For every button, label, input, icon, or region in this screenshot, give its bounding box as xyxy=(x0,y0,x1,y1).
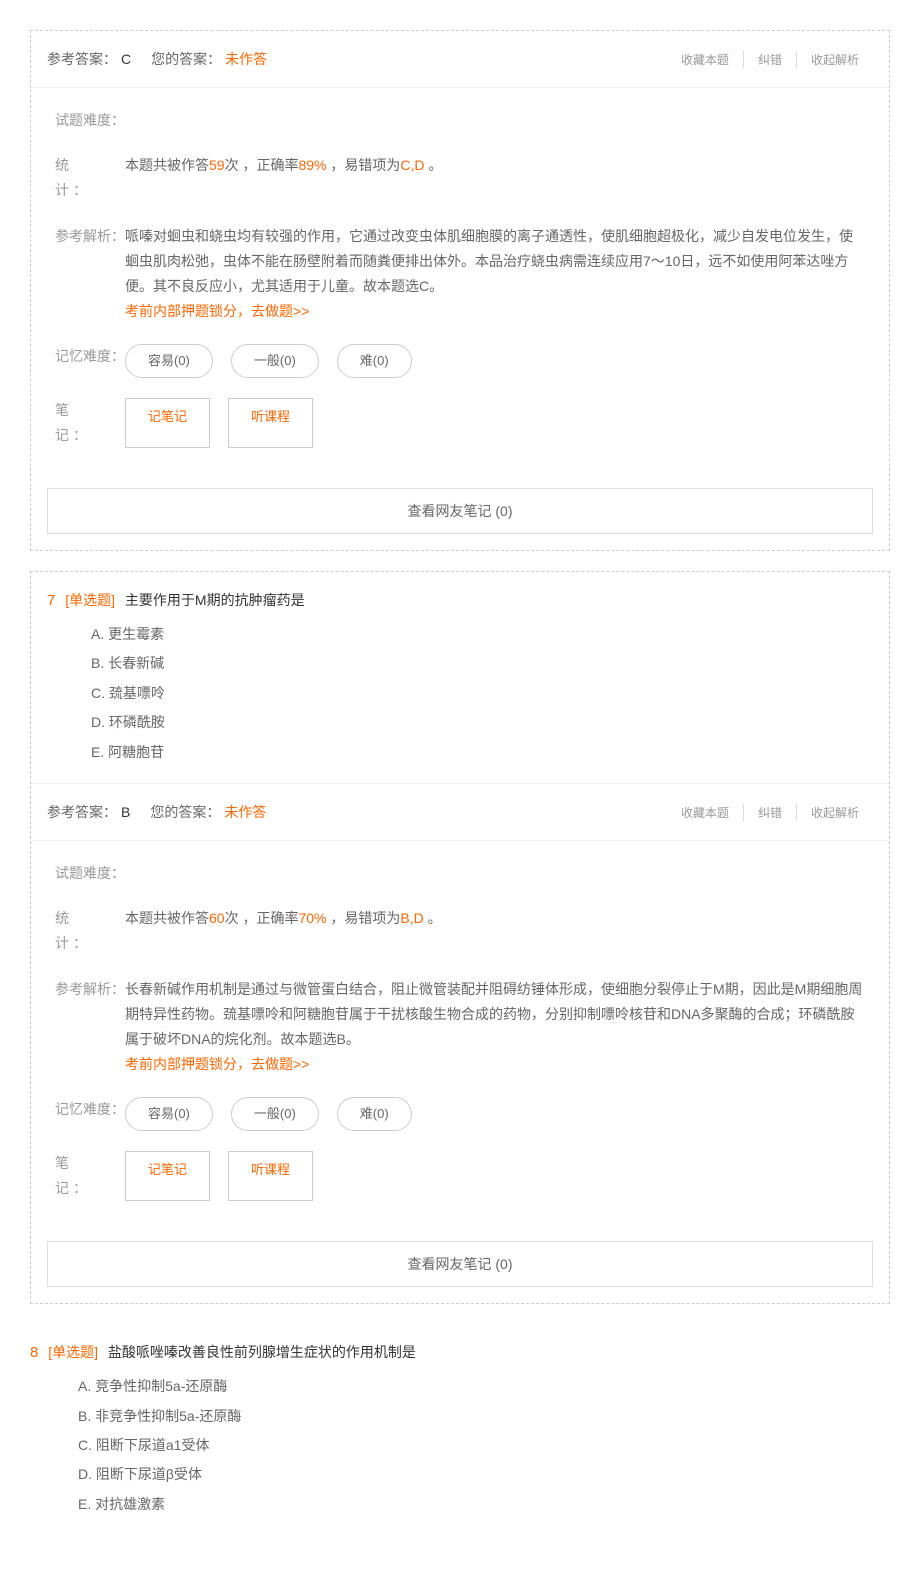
option-a[interactable]: A. 更生霉素 xyxy=(91,620,829,649)
take-note-button[interactable]: 记笔记 xyxy=(125,1151,210,1201)
your-answer-value: 未作答 xyxy=(225,49,267,69)
your-answer-label: 您的答案： xyxy=(150,802,220,822)
analysis-label: 参考解析： xyxy=(55,224,125,325)
correct-answer: B xyxy=(121,804,130,820)
memory-hard-button[interactable]: 难(0) xyxy=(337,344,412,377)
question-block-6: 参考答案： C 您的答案： 未作答 收藏本题 纠错 收起解析 试题难度： 统 计… xyxy=(30,30,890,551)
collapse-analysis-button[interactable]: 收起解析 xyxy=(796,804,873,821)
stats-label: 统 计： xyxy=(55,153,125,203)
option-d[interactable]: D. 环磷酰胺 xyxy=(91,708,829,737)
analysis-details: 试题难度： 统 计： 本题共被作答59次 ，正确率89% ，易错项为C,D 。 … xyxy=(31,88,889,478)
analysis-label: 参考解析： xyxy=(55,977,125,1078)
option-c[interactable]: C. 阻断下尿道a1受体 xyxy=(78,1431,830,1460)
question-type: [单选题] xyxy=(65,592,115,608)
analysis-content: 哌嗪对蛔虫和蛲虫均有较强的作用，它通过改变虫体肌细胞膜的离子通透性，使肌细胞超极… xyxy=(125,224,865,325)
memory-label: 记忆难度： xyxy=(55,344,125,377)
answer-bar: 参考答案： B 您的答案： 未作答 收藏本题 纠错 收起解析 xyxy=(31,783,889,841)
correct-answer: C xyxy=(121,51,131,67)
notes-label: 笔 记： xyxy=(55,1151,125,1201)
option-e[interactable]: E. 对抗雄激素 xyxy=(78,1490,830,1519)
pre-exam-link[interactable]: 考前内部押题锁分，去做题>> xyxy=(125,303,309,319)
favorite-button[interactable]: 收藏本题 xyxy=(667,804,743,821)
option-b[interactable]: B. 非竞争性抑制5a-还原酶 xyxy=(78,1402,830,1431)
favorite-button[interactable]: 收藏本题 xyxy=(667,51,743,68)
answer-bar: 参考答案： C 您的答案： 未作答 收藏本题 纠错 收起解析 xyxy=(31,31,889,88)
option-list: A. 竞争性抑制5a-还原酶 B. 非竞争性抑制5a-还原酶 C. 阻断下尿道a… xyxy=(30,1372,890,1535)
question-block-7: 7 [单选题] 主要作用于M期的抗肿瘤药是 A. 更生霉素 B. 长春新碱 C.… xyxy=(30,571,890,1304)
memory-easy-button[interactable]: 容易(0) xyxy=(125,344,213,377)
question-text: 盐酸哌唑嗪改善良性前列腺增生症状的作用机制是 xyxy=(108,1344,416,1360)
your-answer-value: 未作答 xyxy=(224,802,266,822)
question-number: 7 xyxy=(47,592,55,609)
option-e[interactable]: E. 阿糖胞苷 xyxy=(91,738,829,767)
stats-label: 统 计： xyxy=(55,906,125,956)
question-header: 7 [单选题] 主要作用于M期的抗肿瘤药是 xyxy=(31,572,889,620)
difficulty-value xyxy=(125,861,865,886)
question-block-8: 8 [单选题] 盐酸哌唑嗪改善良性前列腺增生症状的作用机制是 A. 竞争性抑制5… xyxy=(30,1324,890,1555)
memory-normal-button[interactable]: 一般(0) xyxy=(231,1097,319,1130)
ref-answer-label: 参考答案： xyxy=(47,802,117,822)
listen-course-button[interactable]: 听课程 xyxy=(228,1151,313,1201)
memory-label: 记忆难度： xyxy=(55,1097,125,1130)
difficulty-label: 试题难度： xyxy=(55,108,125,133)
pre-exam-link[interactable]: 考前内部押题锁分，去做题>> xyxy=(125,1056,309,1072)
collapse-analysis-button[interactable]: 收起解析 xyxy=(796,51,873,68)
option-d[interactable]: D. 阻断下尿道β受体 xyxy=(78,1460,830,1489)
notes-label: 笔 记： xyxy=(55,398,125,448)
view-friend-notes-button[interactable]: 查看网友笔记 (0) xyxy=(47,488,873,534)
report-error-button[interactable]: 纠错 xyxy=(743,51,796,68)
stats-content: 本题共被作答59次 ，正确率89% ，易错项为C,D 。 xyxy=(125,153,865,203)
question-type: [单选题] xyxy=(48,1344,98,1360)
analysis-details: 试题难度： 统 计： 本题共被作答60次 ，正确率70% ，易错项为B,D 。 … xyxy=(31,841,889,1231)
memory-normal-button[interactable]: 一般(0) xyxy=(231,344,319,377)
question-number: 8 xyxy=(30,1344,38,1361)
option-a[interactable]: A. 竞争性抑制5a-还原酶 xyxy=(78,1372,830,1401)
difficulty-value xyxy=(125,108,865,133)
take-note-button[interactable]: 记笔记 xyxy=(125,398,210,448)
memory-hard-button[interactable]: 难(0) xyxy=(337,1097,412,1130)
option-b[interactable]: B. 长春新碱 xyxy=(91,649,829,678)
question-header: 8 [单选题] 盐酸哌唑嗪改善良性前列腺增生症状的作用机制是 xyxy=(30,1324,890,1372)
memory-easy-button[interactable]: 容易(0) xyxy=(125,1097,213,1130)
analysis-content: 长春新碱作用机制是通过与微管蛋白结合，阻止微管装配并阻碍纺锤体形成，使细胞分裂停… xyxy=(125,977,865,1078)
listen-course-button[interactable]: 听课程 xyxy=(228,398,313,448)
view-friend-notes-button[interactable]: 查看网友笔记 (0) xyxy=(47,1241,873,1287)
question-text: 主要作用于M期的抗肿瘤药是 xyxy=(125,592,305,608)
ref-answer-label: 参考答案： xyxy=(47,49,117,69)
report-error-button[interactable]: 纠错 xyxy=(743,804,796,821)
option-list: A. 更生霉素 B. 长春新碱 C. 巯基嘌呤 D. 环磷酰胺 E. 阿糖胞苷 xyxy=(31,620,889,783)
your-answer-label: 您的答案： xyxy=(151,49,221,69)
difficulty-label: 试题难度： xyxy=(55,861,125,886)
option-c[interactable]: C. 巯基嘌呤 xyxy=(91,679,829,708)
stats-content: 本题共被作答60次 ，正确率70% ，易错项为B,D 。 xyxy=(125,906,865,956)
